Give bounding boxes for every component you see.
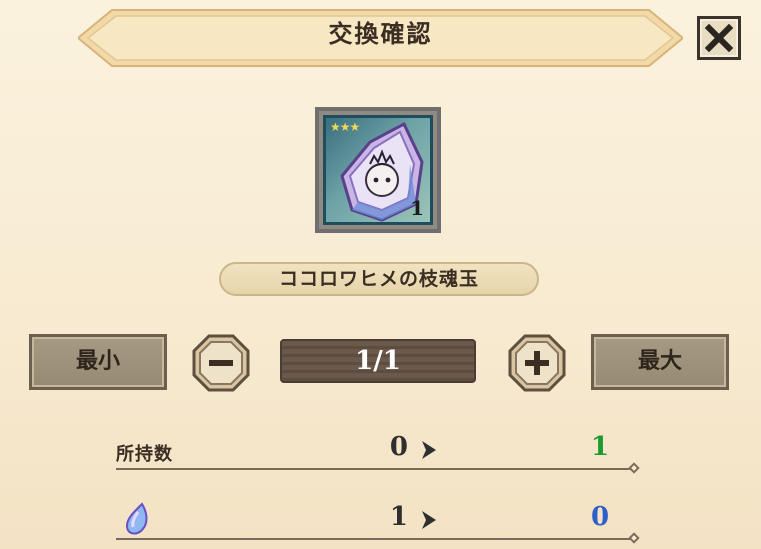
item-icon-frame: ★★★ 1 (315, 107, 441, 233)
arrow-right-icon (422, 511, 436, 529)
min-button[interactable]: 最小 (29, 334, 167, 390)
crystal-drop-icon (125, 502, 148, 535)
dialog-title: 交換確認 (328, 20, 433, 48)
item-quantity-badge: 1 (410, 196, 424, 220)
plus-button[interactable] (508, 334, 566, 392)
minus-icon (209, 360, 233, 366)
row-divider (116, 538, 634, 540)
close-button[interactable] (697, 16, 741, 60)
close-x-icon (705, 24, 733, 52)
currency-after: 0 (590, 502, 610, 532)
star-rating: ★★★ (330, 120, 360, 134)
minus-button[interactable] (192, 334, 250, 392)
item-icon-background: ★★★ 1 (323, 115, 433, 225)
row-divider (116, 468, 634, 470)
owned-count-label: 所持数 (116, 444, 173, 465)
max-button[interactable]: 最大 (591, 334, 729, 390)
row-divider-end (628, 462, 640, 474)
owned-count-after: 1 (590, 432, 610, 462)
currency-before: 1 (389, 502, 408, 532)
arrow-right-icon (422, 441, 436, 459)
row-divider-end (628, 532, 640, 544)
item-name-label: ココロワヒメの枝魂玉 (219, 262, 539, 296)
quantity-display: 1/1 (280, 339, 476, 383)
owned-count-before: 0 (389, 432, 408, 462)
